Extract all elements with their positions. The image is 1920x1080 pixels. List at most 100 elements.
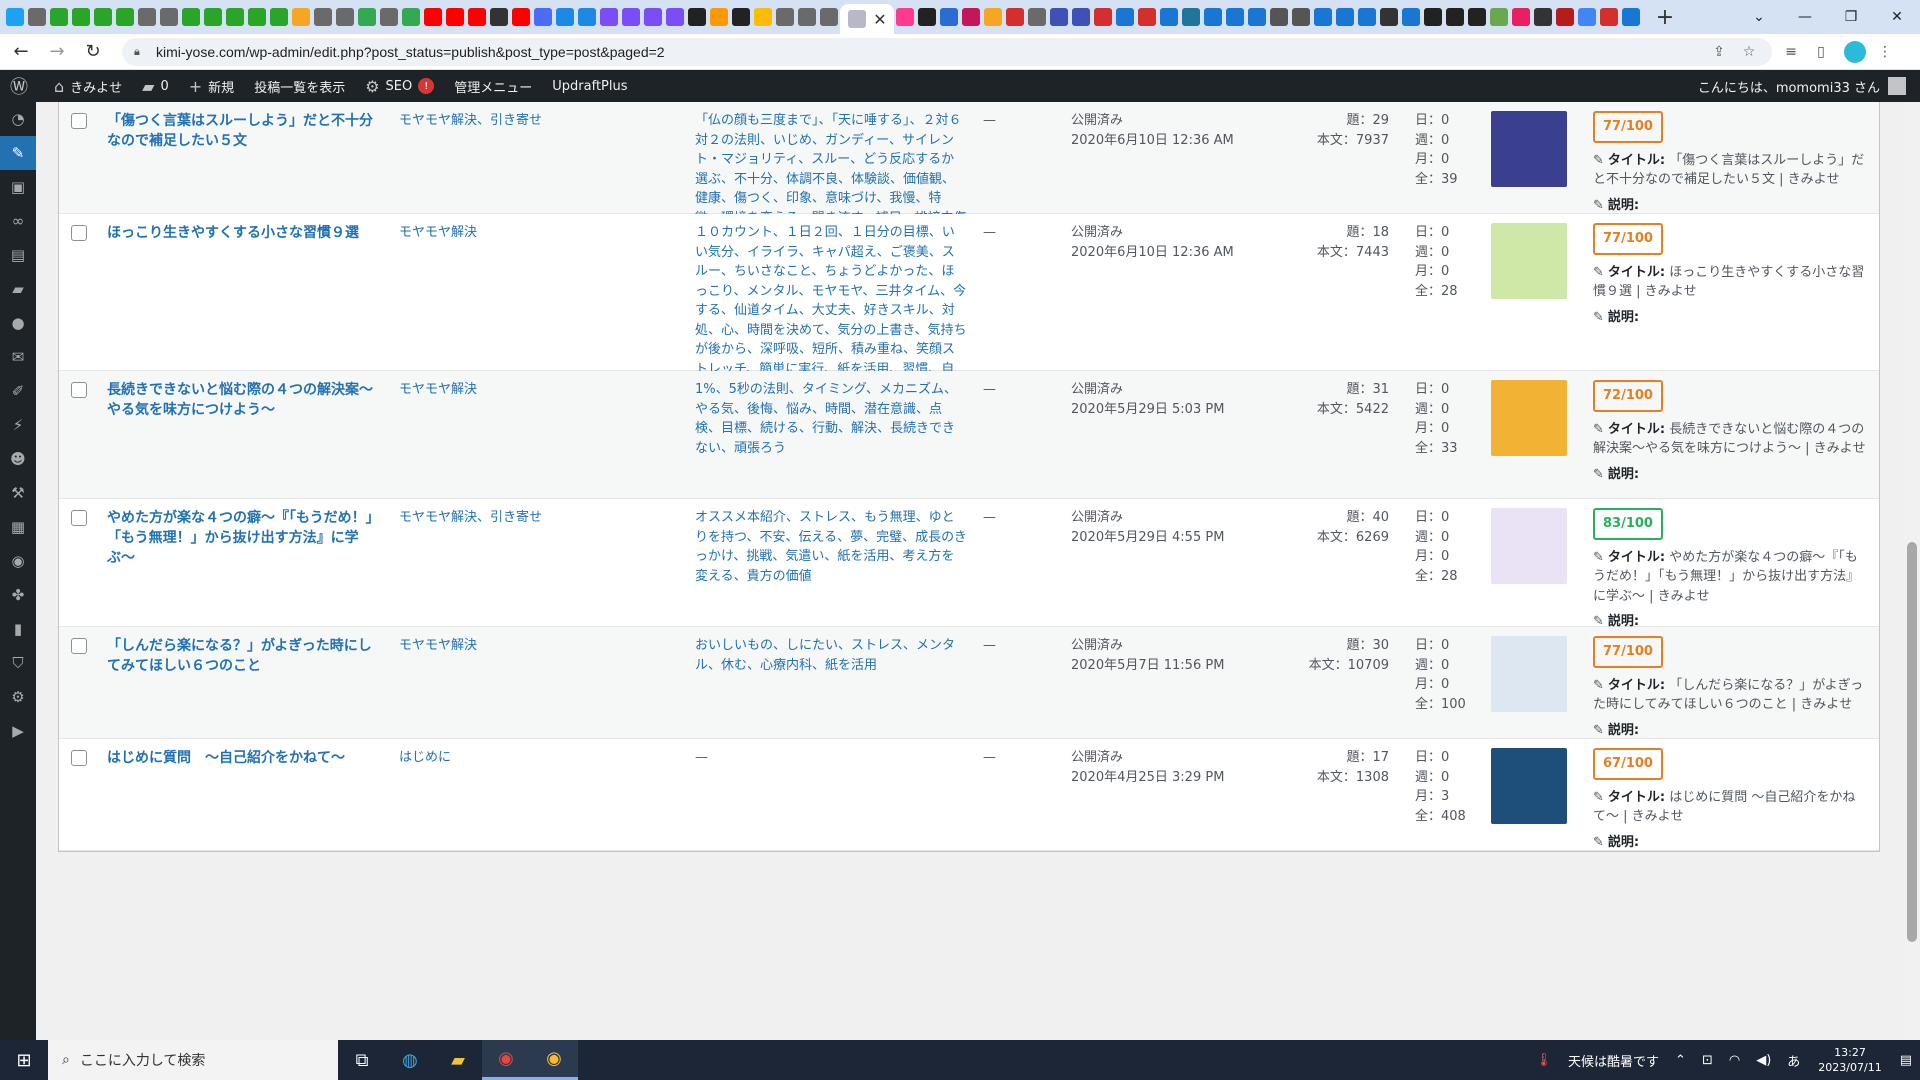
posts-pin-icon[interactable]: ✎ xyxy=(0,136,36,170)
appearance-brush-icon[interactable]: ✐ xyxy=(0,374,36,408)
post-thumbnail[interactable] xyxy=(1491,636,1567,712)
windows-start-icon[interactable]: ⊞ xyxy=(0,1040,48,1080)
tab-favicon-icon[interactable] xyxy=(666,8,684,26)
gear-icon[interactable]: ⚙ xyxy=(0,680,36,714)
tab-favicon-icon[interactable] xyxy=(1600,8,1618,26)
tab-favicon-icon[interactable] xyxy=(962,8,980,26)
tab-favicon-icon[interactable] xyxy=(512,8,530,26)
tab-favicon-icon[interactable] xyxy=(6,8,24,26)
links-icon[interactable]: ∞ xyxy=(0,204,36,238)
tab-favicon-icon[interactable] xyxy=(1622,8,1640,26)
tab-favicon-icon[interactable] xyxy=(314,8,332,26)
tab-favicon-icon[interactable] xyxy=(402,8,420,26)
paw-icon[interactable]: ✤ xyxy=(0,578,36,612)
tab-favicon-icon[interactable] xyxy=(292,8,310,26)
tab-favicon-icon[interactable] xyxy=(1556,8,1574,26)
wifi-icon[interactable]: ◠ xyxy=(1721,1053,1748,1068)
tab-favicon-icon[interactable] xyxy=(28,8,46,26)
tab-favicon-icon[interactable] xyxy=(248,8,266,26)
post-title-link[interactable]: やめた方が楽な４つの癖〜『「もうだめ！」「もう無理！」から抜け出す方法』に学ぶ〜 xyxy=(99,499,391,626)
post-thumbnail[interactable] xyxy=(1491,380,1567,456)
tab-favicon-icon[interactable] xyxy=(1006,8,1024,26)
tab-favicon-icon[interactable] xyxy=(72,8,90,26)
tab-favicon-icon[interactable] xyxy=(424,8,442,26)
tab-favicon-icon[interactable] xyxy=(182,8,200,26)
view-posts-link[interactable]: 投稿一覧を表示 xyxy=(244,70,355,102)
post-thumbnail[interactable] xyxy=(1491,111,1567,187)
new-tab-button[interactable]: + xyxy=(1652,5,1678,30)
tab-favicon-icon[interactable] xyxy=(50,8,68,26)
row-checkbox[interactable] xyxy=(71,750,87,766)
post-tags[interactable]: 1%、5秒の法則、タイミング、メカニズム、やる気、後悔、悩み、時間、潜在意識、点… xyxy=(687,371,975,498)
plugins-icon[interactable]: ⚡ xyxy=(0,408,36,442)
side-panel-icon[interactable]: ▯ xyxy=(1810,44,1832,60)
post-title-link[interactable]: ほっこり生きやすくする小さな習慣９選 xyxy=(99,214,391,370)
tab-favicon-icon[interactable] xyxy=(94,8,112,26)
stats-bars-icon[interactable]: ▮ xyxy=(0,612,36,646)
site-name-link[interactable]: ⌂ きみよせ xyxy=(44,70,132,102)
reading-list-icon[interactable]: ≡ xyxy=(1780,44,1802,60)
pencil-icon[interactable]: ✎ xyxy=(1593,153,1604,168)
tab-favicon-icon[interactable] xyxy=(1380,8,1398,26)
minimize-button[interactable]: — xyxy=(1782,0,1828,34)
tab-favicon-icon[interactable] xyxy=(1424,8,1442,26)
row-checkbox[interactable] xyxy=(71,510,87,526)
tab-favicon-icon[interactable] xyxy=(204,8,222,26)
chevron-up-icon[interactable]: ⌃ xyxy=(1667,1053,1694,1068)
tab-favicon-icon[interactable] xyxy=(1468,8,1486,26)
tab-favicon-icon[interactable] xyxy=(226,8,244,26)
plugin-circle-icon[interactable]: ● xyxy=(0,306,36,340)
tab-favicon-icon[interactable] xyxy=(1512,8,1530,26)
pencil-icon[interactable]: ✎ xyxy=(1593,265,1604,280)
tab-favicon-icon[interactable] xyxy=(732,8,750,26)
seo-score-badge[interactable]: 77/100 xyxy=(1593,111,1663,143)
tab-favicon-icon[interactable] xyxy=(918,8,936,26)
pages-icon[interactable]: ▤ xyxy=(0,238,36,272)
post-categories[interactable]: モヤモヤ解決 xyxy=(391,371,687,498)
vertical-scrollbar[interactable] xyxy=(1904,102,1920,1040)
comments-link[interactable]: ▰ 0 xyxy=(132,70,179,102)
forward-arrow-icon[interactable]: → xyxy=(42,37,72,67)
pinned-tabs[interactable] xyxy=(4,8,840,26)
tab-favicon-icon[interactable] xyxy=(798,8,816,26)
tab-favicon-icon[interactable] xyxy=(490,8,508,26)
tab-favicon-icon[interactable] xyxy=(1204,8,1222,26)
maximize-button[interactable]: ❐ xyxy=(1828,0,1874,34)
post-thumbnail[interactable] xyxy=(1491,748,1567,824)
tab-favicon-icon[interactable] xyxy=(1270,8,1288,26)
tab-favicon-icon[interactable] xyxy=(1490,8,1508,26)
tab-favicon-icon[interactable] xyxy=(1358,8,1376,26)
active-tab[interactable]: ✕ xyxy=(840,4,894,34)
seo-score-badge[interactable]: 77/100 xyxy=(1593,223,1663,255)
tab-favicon-icon[interactable] xyxy=(1094,8,1112,26)
profile-avatar[interactable] xyxy=(1844,40,1866,63)
taskbar-search-input[interactable]: ⌕ ここに入力して検索 xyxy=(48,1040,338,1080)
media-icon[interactable]: ▣ xyxy=(0,170,36,204)
row-checkbox[interactable] xyxy=(71,638,87,654)
notification-icon[interactable]: ▤ xyxy=(1892,1053,1920,1068)
comments-icon[interactable]: ▰ xyxy=(0,272,36,306)
tab-favicon-icon[interactable] xyxy=(1116,8,1134,26)
post-thumbnail[interactable] xyxy=(1491,508,1567,584)
tab-favicon-icon[interactable] xyxy=(896,8,914,26)
menu-kebab-icon[interactable]: ⋮ xyxy=(1874,44,1896,60)
tab-favicon-icon[interactable] xyxy=(1050,8,1068,26)
pencil-icon[interactable]: ✎ xyxy=(1593,550,1604,565)
post-categories[interactable]: はじめに xyxy=(391,739,687,850)
tab-favicon-icon[interactable] xyxy=(688,8,706,26)
tab-favicon-icon[interactable] xyxy=(622,8,640,26)
tab-favicon-icon[interactable] xyxy=(1402,8,1420,26)
tab-favicon-icon[interactable] xyxy=(270,8,288,26)
dashboard-icon[interactable]: ◔ xyxy=(0,102,36,136)
tab-favicon-icon[interactable] xyxy=(116,8,134,26)
tab-favicon-icon[interactable] xyxy=(1248,8,1266,26)
tab-favicon-icon[interactable] xyxy=(1160,8,1178,26)
tab-favicon-icon[interactable] xyxy=(1226,8,1244,26)
tab-favicon-icon[interactable] xyxy=(776,8,794,26)
tab-favicon-icon[interactable] xyxy=(710,8,728,26)
tab-favicon-icon[interactable] xyxy=(1578,8,1596,26)
ime-indicator[interactable]: あ xyxy=(1779,1051,1808,1070)
post-tags[interactable]: 「仏の顔も三度まで」、「天に唾する」、２対６対２の法則、いじめ、ガンディー、サイ… xyxy=(687,102,975,226)
post-tags[interactable]: おいしいもの、しにたい、ストレス、メンタル、休む、心療内科、紙を活用 xyxy=(687,627,975,738)
tab-favicon-icon[interactable] xyxy=(446,8,464,26)
